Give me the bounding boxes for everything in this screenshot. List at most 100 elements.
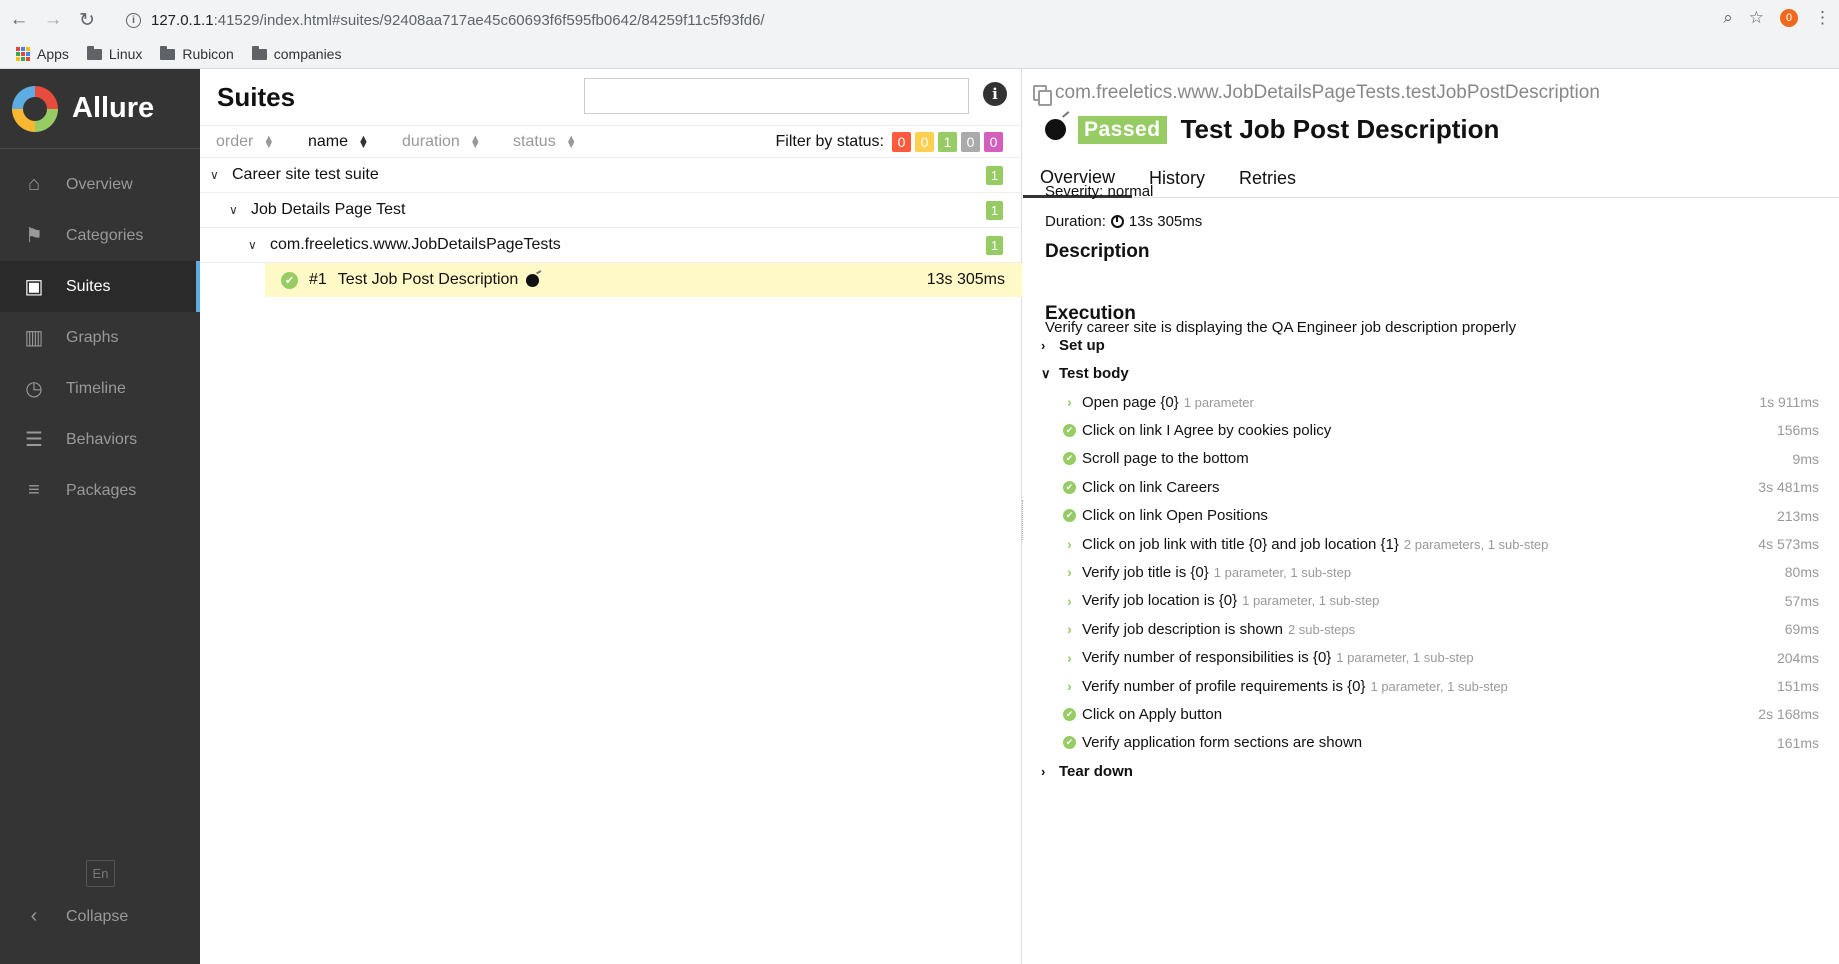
search-input[interactable] [584,78,969,114]
language-switch[interactable]: En [86,860,115,887]
extension-badge[interactable]: 0 [1780,9,1798,27]
tree-node-label: com.freeletics.www.JobDetailsPageTests [270,236,561,253]
sidebar-nav: ⌂ Overview ⚑ Categories ▣ Suites ▥ Graph… [0,159,200,516]
test-case-row[interactable]: ✔ #1 Test Job Post Description 13s 305ms [265,263,1022,297]
sort-label: duration [402,132,460,150]
step-params: 1 parameter [1183,394,1254,410]
section-label: Test body [1059,365,1129,382]
step-row[interactable]: ✔ Verify application form sections are sh… [1063,731,1819,755]
step-row[interactable]: › Verify number of responsibilities is {0… [1063,646,1819,670]
browser-tools: ⌕ ☆ 0 ⋮ [1723,8,1831,28]
step-row[interactable]: › Verify job title is {0} 1 parameter, 1 s… [1063,560,1819,584]
back-button[interactable]: ← [4,5,34,35]
filter-skipped[interactable]: 0 [961,131,980,152]
step-duration: 213ms [1776,507,1819,524]
bookmark-linux[interactable]: Linux [86,45,142,62]
execution-heading: Execution [1045,303,1136,324]
filter-failed[interactable]: 0 [892,131,911,152]
filter-label: Filter by status: [775,132,884,150]
folder-icon [86,45,102,60]
step-row[interactable]: ✔ Click on link Careers 3s 481ms [1063,475,1819,499]
sidebar-item-label: Overview [66,175,133,193]
star-icon[interactable]: ☆ [1749,8,1764,28]
allure-logo-icon [12,85,58,132]
count-badge: 1 [986,235,1003,255]
tab-retries[interactable]: Retries [1222,159,1313,198]
suites-pane: Suites i order ▲ ▼ name ▲ ▼ duration ▲ ▼ st… [200,69,1022,964]
brand[interactable]: Allure [0,69,200,149]
step-params: 2 sub-steps [1287,621,1356,637]
step-params: 2 parameters, 1 sub-step [1403,536,1549,552]
setup-section[interactable]: › Set up [1041,337,1105,354]
step-duration: 57ms [1784,592,1819,609]
bar-chart-icon: ▥ [24,327,44,349]
sort-duration[interactable]: duration ▲ ▼ [402,133,481,151]
step-name: Click on link Careers [1082,478,1220,496]
filter-unknown[interactable]: 0 [984,131,1003,152]
passed-check-icon: ✔ [281,271,298,289]
sort-name[interactable]: name ▲ ▼ [308,133,369,151]
sidebar-item-behaviors[interactable]: ☰ Behaviors [0,414,200,465]
status-badge: Passed [1078,115,1167,144]
test-body-section[interactable]: ∨ Test body [1041,365,1129,382]
filter-passed[interactable]: 1 [938,131,957,152]
step-name: Verify application form sections are sho… [1082,734,1363,752]
step-row[interactable]: ✔ Click on link I Agree by cookies policy… [1063,418,1819,442]
step-row[interactable]: › Click on job link with title {0} and jo… [1063,532,1819,556]
passed-check-icon: ✔ [1063,736,1076,750]
reload-button[interactable]: ↻ [72,5,102,35]
passed-check-icon: ✔ [1063,509,1076,523]
duration-value: 13s 305ms [1128,213,1203,230]
bookmark-rubicon[interactable]: Rubicon [160,45,234,62]
step-row[interactable]: ✔ Click on link Open Positions 213ms [1063,504,1819,528]
sidebar-item-overview[interactable]: ⌂ Overview [0,159,200,210]
chevron-down-icon: ∨ [1041,365,1051,381]
sidebar-item-categories[interactable]: ⚑ Categories [0,210,200,261]
step-row[interactable]: › Verify number of profile requirements i… [1063,674,1819,698]
tree-node-suite[interactable]: ∨ Career site test suite 1 [200,158,1021,193]
sort-icon: ▲ ▼ [263,132,275,151]
site-info-icon[interactable]: i [126,12,141,28]
step-duration: 151ms [1776,678,1819,694]
info-icon[interactable]: i [983,82,1007,106]
section-label: Tear down [1059,763,1133,780]
step-duration: 161ms [1776,734,1819,751]
sidebar-item-timeline[interactable]: ◷ Timeline [0,363,200,414]
step-row[interactable]: › Open page {0} 1 parameter 1s 911ms [1063,390,1819,414]
teardown-section[interactable]: › Tear down [1041,763,1133,780]
step-row[interactable]: › Verify job description is shown 2 sub-st… [1063,617,1819,641]
sidebar-item-label: Packages [66,481,137,499]
sidebar-item-suites[interactable]: ▣ Suites [0,261,200,312]
filter-broken[interactable]: 0 [915,131,934,152]
sidebar-item-packages[interactable]: ≡ Packages [0,465,200,516]
sort-status[interactable]: status ▲ ▼ [513,133,577,151]
sidebar-item-label: Graphs [66,328,119,346]
step-row[interactable]: ✔ Scroll page to the bottom 9ms [1063,447,1819,471]
sort-label: order [216,132,254,150]
tree-node-class[interactable]: ∨ com.freeletics.www.JobDetailsPageTests… [200,228,1021,263]
menu-icon[interactable]: ⋮ [1814,8,1831,28]
sidebar-item-label: Behaviors [66,430,138,448]
sidebar-item-graphs[interactable]: ▥ Graphs [0,312,200,363]
step-name: Verify number of responsibilities is {0} [1082,649,1332,667]
flaky-bomb-icon [1045,119,1066,140]
test-title: Test Job Post Description [1180,114,1500,144]
bookmark-companies[interactable]: companies [251,45,342,62]
sort-order[interactable]: order ▲ ▼ [216,133,274,151]
chevron-right-icon: › [1041,338,1046,353]
tree-node-test[interactable]: ∨ Job Details Page Test 1 [200,193,1021,228]
collapse-button[interactable]: ‹ Collapse [22,905,129,928]
step-duration: 69ms [1784,621,1819,638]
full-test-name: com.freeletics.www.JobDetailsPageTests.t… [1055,82,1600,103]
step-row[interactable]: › Verify job location is {0} 1 parameter, … [1063,589,1819,613]
step-params: 1 parameter, 1 sub-step [1242,593,1380,609]
copy-icon[interactable] [1033,85,1052,106]
step-row[interactable]: ✔ Click on Apply button 2s 168ms [1063,702,1819,726]
address-bar[interactable]: i 127.0.1.1:41529/index.html#suites/9240… [126,12,765,29]
bookmark-apps[interactable]: Apps [16,46,69,62]
passed-check-icon: ✔ [1063,707,1076,721]
bookmark-label: companies [273,46,342,62]
forward-button[interactable]: → [38,5,68,35]
zoom-icon[interactable]: ⌕ [1723,8,1733,28]
chevron-right-icon: › [1067,678,1072,694]
